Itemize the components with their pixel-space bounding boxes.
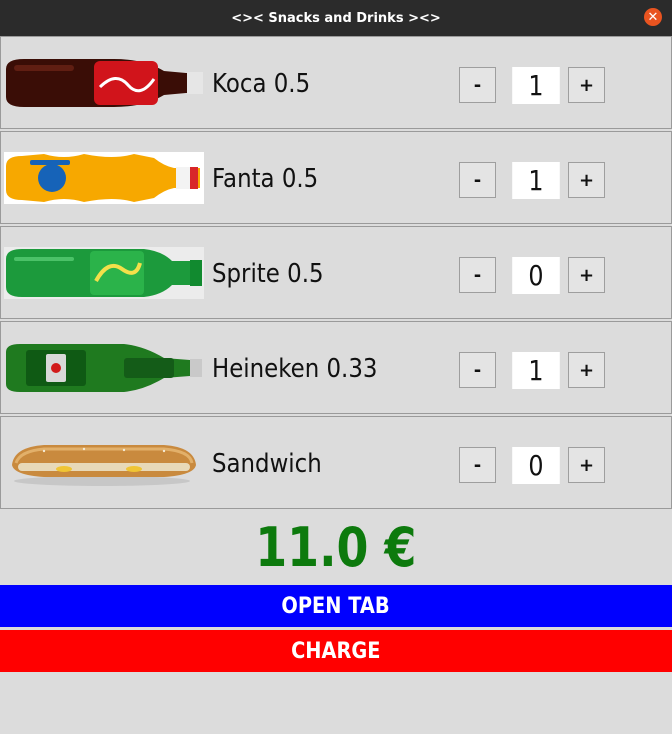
- item-name: Fanta 0.5: [212, 163, 319, 194]
- charge-button[interactable]: CHARGE: [0, 630, 672, 672]
- list-item: Sandwich - 0 +: [0, 416, 672, 509]
- sprite-bottle-image: [4, 247, 204, 299]
- open-tab-label: OPEN TAB: [281, 593, 391, 619]
- item-name: Koca 0.5: [212, 68, 311, 99]
- fanta-bottle-image: [4, 152, 204, 204]
- item-name: Sprite 0.5: [212, 258, 324, 289]
- increment-button[interactable]: +: [568, 257, 605, 293]
- total-amount-text: 11.0 €: [255, 515, 417, 579]
- increment-button[interactable]: +: [568, 352, 605, 388]
- quantity-value: 1: [512, 67, 560, 104]
- quantity-value: 0: [512, 447, 560, 484]
- total-amount: 11.0 €: [0, 511, 672, 583]
- increment-button[interactable]: +: [568, 162, 605, 198]
- item-list: Koca 0.5 - 1 + Fanta 0.5 - 1 + Sprite 0.…: [0, 36, 672, 511]
- decrement-button[interactable]: -: [459, 447, 496, 483]
- increment-button[interactable]: +: [568, 447, 605, 483]
- cola-bottle-image: [4, 57, 204, 109]
- decrement-button[interactable]: -: [459, 352, 496, 388]
- quantity-value: 0: [512, 257, 560, 294]
- list-item: Koca 0.5 - 1 +: [0, 36, 672, 129]
- quantity-value: 1: [512, 162, 560, 199]
- list-item: Sprite 0.5 - 0 +: [0, 226, 672, 319]
- heineken-bottle-image: [4, 342, 204, 394]
- list-item: Fanta 0.5 - 1 +: [0, 131, 672, 224]
- quantity-value: 1: [512, 352, 560, 389]
- list-item: Heineken 0.33 - 1 +: [0, 321, 672, 414]
- decrement-button[interactable]: -: [459, 162, 496, 198]
- open-tab-button[interactable]: OPEN TAB: [0, 585, 672, 627]
- title-bar: <>< Snacks and Drinks ><> ✕: [0, 0, 672, 36]
- decrement-button[interactable]: -: [459, 257, 496, 293]
- charge-label: CHARGE: [291, 638, 381, 664]
- increment-button[interactable]: +: [568, 67, 605, 103]
- item-name: Heineken 0.33: [212, 353, 378, 384]
- decrement-button[interactable]: -: [459, 67, 496, 103]
- sandwich-image: [4, 437, 204, 489]
- window-title: <>< Snacks and Drinks ><>: [231, 10, 441, 26]
- item-name: Sandwich: [212, 448, 322, 479]
- close-icon[interactable]: ✕: [644, 8, 662, 26]
